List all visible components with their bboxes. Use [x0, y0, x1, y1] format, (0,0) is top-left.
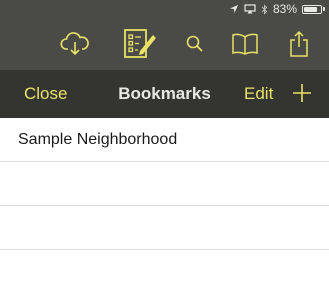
toolbar [0, 18, 329, 70]
add-bookmark-button[interactable] [291, 82, 313, 104]
list-item-label: Sample Neighborhood [18, 131, 178, 148]
search-icon[interactable] [178, 28, 212, 60]
battery-percentage: 83% [272, 2, 297, 16]
airplay-icon [244, 4, 256, 14]
empty-row [0, 162, 329, 206]
book-icon[interactable] [228, 28, 262, 60]
bookmarks-list: Sample Neighborhood [0, 118, 329, 294]
location-arrow-icon [229, 4, 239, 14]
bluetooth-icon [261, 3, 268, 15]
list-item[interactable]: Sample Neighborhood [0, 118, 329, 162]
navigation-bar: Close Bookmarks Edit [0, 70, 329, 118]
checklist-edit-icon[interactable] [120, 26, 158, 62]
status-bar: 83% [0, 0, 329, 18]
cloud-download-icon[interactable] [58, 28, 92, 60]
plus-icon [293, 84, 311, 102]
empty-row [0, 206, 329, 250]
edit-button[interactable]: Edit [244, 70, 273, 118]
share-icon[interactable] [282, 28, 316, 60]
close-button[interactable]: Close [24, 70, 67, 118]
battery-tip [323, 7, 325, 11]
battery-icon [302, 4, 322, 14]
empty-row [0, 250, 329, 294]
